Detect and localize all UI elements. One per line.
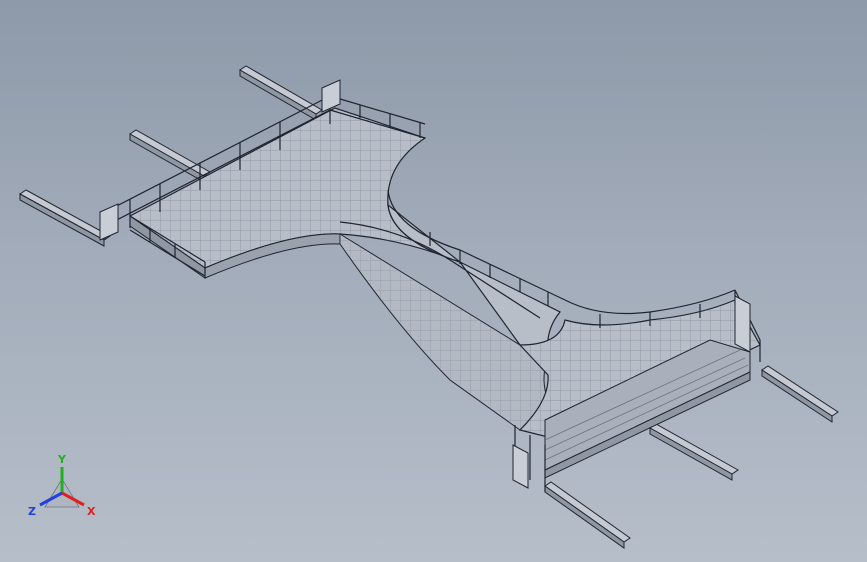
rail-top-left-3 [19,189,111,247]
frame-left [99,203,119,241]
triad-y-label: Y [57,453,67,466]
frame-right [734,295,751,353]
model-drawing[interactable]: Y X Z [0,0,867,562]
triad-z-label: Z [28,505,36,518]
rail-bottom-right-1 [761,365,839,423]
rail-top-left-2 [129,129,211,183]
frame-bottom [512,444,529,489]
view-triad[interactable]: Y X Z [28,453,96,518]
triad-x-label: X [87,505,96,518]
platform-deck [128,107,761,479]
graphics-viewport[interactable]: Y X Z [0,0,867,562]
rail-bottom-right-3 [544,481,631,549]
frame-top [321,79,341,113]
rail-bottom-right-2 [649,423,739,481]
rail-top-left-1 [239,65,323,121]
